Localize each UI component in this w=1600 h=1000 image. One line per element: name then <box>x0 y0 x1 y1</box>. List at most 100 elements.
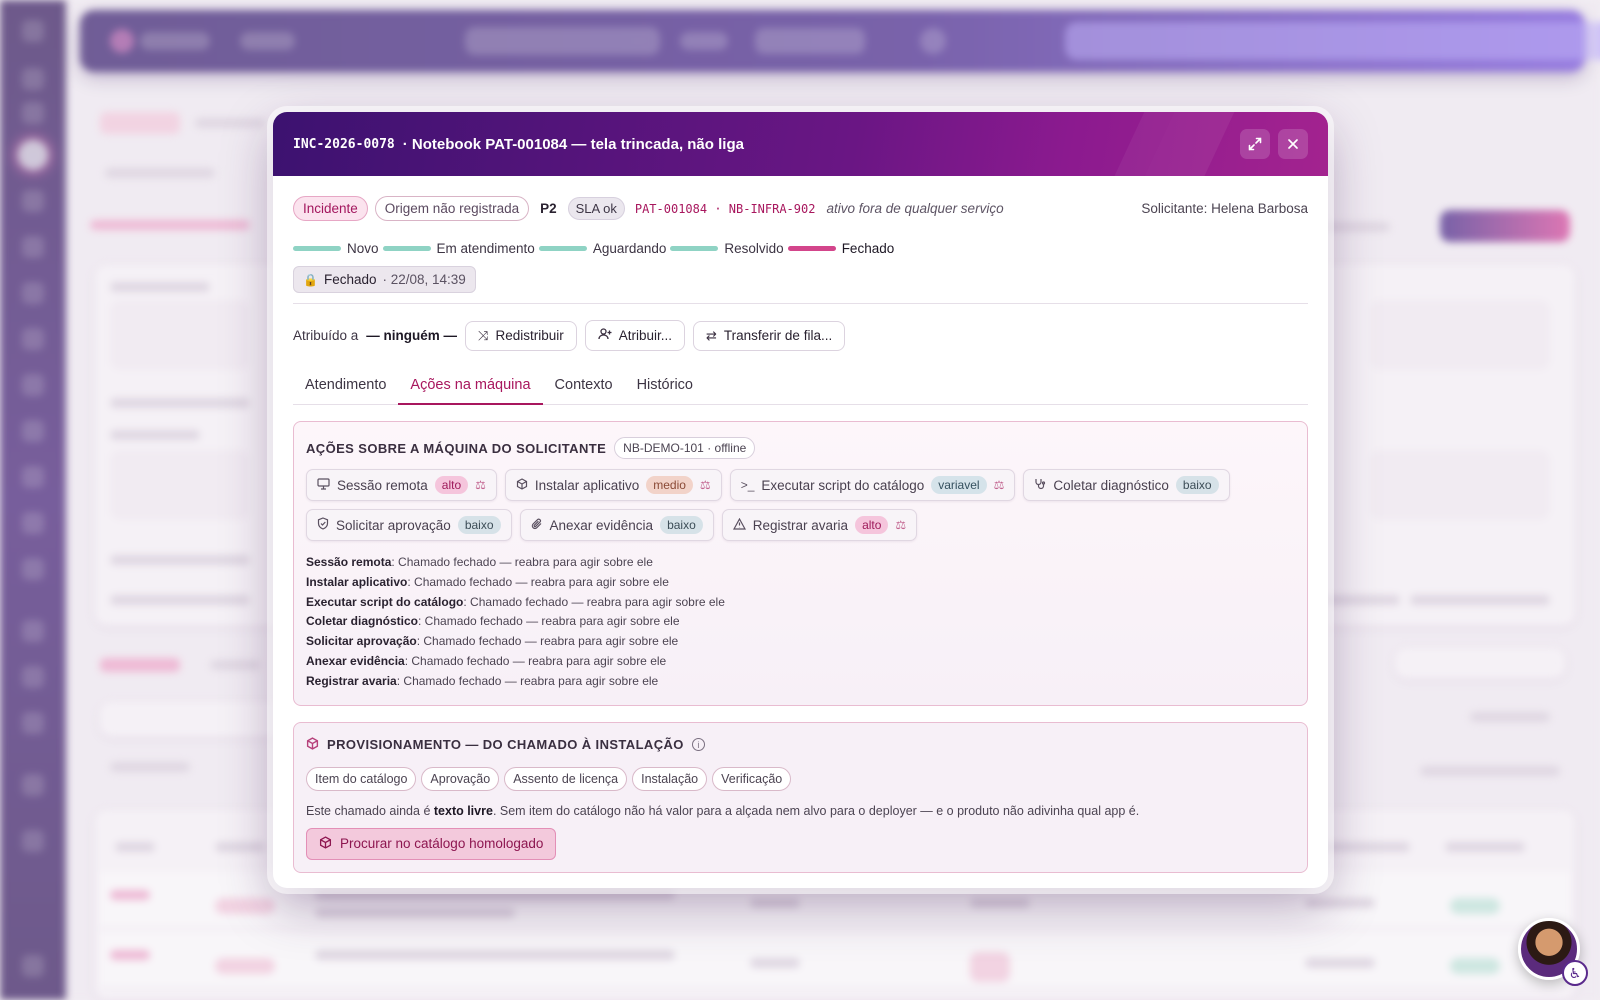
search-catalog-button[interactable]: Procurar no catálogo homologado <box>306 827 557 860</box>
monitor-icon <box>317 477 330 493</box>
origin-chip: Origem não registrada <box>374 196 530 221</box>
note-line: Registrar avaria: Chamado fechado — reab… <box>306 673 659 688</box>
user-plus-icon <box>598 327 612 344</box>
arrows-exchange-icon: ⇄ <box>706 327 717 343</box>
free-text-explanation: Este chamado ainda é texto livre. Sem it… <box>306 803 1140 818</box>
ticket-modal: INC-2026-0078 · Notebook PAT-001084 — te… <box>273 112 1328 888</box>
shuffle-icon: ⤨ <box>478 327 489 343</box>
modal-body: Incidente Origem não registrada P2 SLA o… <box>273 176 1328 873</box>
redistribute-label: Redistribuir <box>495 328 564 343</box>
risk-badge: baixo <box>1175 476 1219 494</box>
redistribute-button[interactable]: ⤨ Redistribuir <box>465 320 577 351</box>
status-bar-current <box>787 246 836 251</box>
status-track: Novo Em atendimento Aguardando Resolvido… <box>293 241 1308 256</box>
action-label: Coletar diagnóstico <box>1053 477 1169 493</box>
action-install-app-button[interactable]: Instalar aplicativo medio ⚖ <box>504 469 722 501</box>
status-label: Resolvido <box>724 241 784 256</box>
transfer-queue-button[interactable]: ⇄ Transferir de fila... <box>693 320 846 351</box>
step-chip: Aprovação <box>421 766 500 791</box>
risk-badge: alto <box>434 476 469 494</box>
status-bar <box>538 246 587 251</box>
status-bar <box>293 246 341 251</box>
action-run-script-button[interactable]: >_ Executar script do catálogo variavel … <box>729 469 1016 501</box>
info-icon[interactable]: i <box>691 738 705 752</box>
sla-chip: SLA ok <box>567 197 625 220</box>
terminal-icon: >_ <box>740 478 755 492</box>
note-line: Executar script do catálogo: Chamado fec… <box>306 594 725 609</box>
closed-timestamp: · 22/08, 14:39 <box>382 272 466 287</box>
stethoscope-icon <box>1034 478 1046 493</box>
expand-button[interactable] <box>1240 129 1270 159</box>
action-label: Anexar evidência <box>549 517 654 533</box>
warning-icon <box>732 517 746 533</box>
accessibility-icon[interactable]: ♿ <box>1562 960 1588 986</box>
action-request-approval-button[interactable]: Solicitar aprovação baixo <box>306 509 512 541</box>
provisioning-title: PROVISIONAMENTO — DO CHAMADO À INSTALAÇÃ… <box>327 737 684 753</box>
actions-list: Sessão remota alto ⚖ Instalar aplicativo… <box>306 469 1246 541</box>
assign-label: Atribuir... <box>618 328 673 343</box>
tab-historico[interactable]: Histórico <box>625 368 705 404</box>
machine-actions-title: AÇÕES SOBRE A MÁQUINA DO SOLICITANTE <box>306 440 607 456</box>
note-line: Anexar evidência: Chamado fechado — reab… <box>306 653 667 668</box>
note-line: Solicitar aprovação: Chamado fechado — r… <box>306 634 679 649</box>
step-chip: Instalação <box>632 766 708 791</box>
tab-atendimento[interactable]: Atendimento <box>293 368 398 404</box>
action-register-damage-button[interactable]: Registrar avaria alto ⚖ <box>721 509 918 541</box>
risk-badge: alto <box>855 516 889 534</box>
status-step-em-atendimento: Em atendimento <box>382 241 539 256</box>
type-chip: Incidente <box>293 196 368 221</box>
package-icon <box>306 736 319 753</box>
close-icon <box>1288 139 1298 149</box>
approval-gate-icon: ⚖ <box>475 478 486 492</box>
action-label: Sessão remota <box>337 477 428 493</box>
risk-badge: baixo <box>457 516 501 534</box>
shield-check-icon <box>317 517 329 533</box>
step-chip: Item do catálogo <box>306 766 417 791</box>
asset-codes-link[interactable]: PAT-001084 · NB-INFRA-902 <box>635 202 816 216</box>
approval-gate-icon: ⚖ <box>699 478 711 492</box>
step-chip: Verificação <box>712 766 792 791</box>
action-collect-diagnostic-button[interactable]: Coletar diagnóstico baixo <box>1023 469 1230 501</box>
note-line: Coletar diagnóstico: Chamado fechado — r… <box>306 614 680 629</box>
action-label: Registrar avaria <box>752 517 849 533</box>
action-label: Solicitar aprovação <box>336 517 451 533</box>
tab-acoes-na-maquina[interactable]: Ações na máquina <box>398 368 543 405</box>
status-label: Fechado <box>841 241 895 256</box>
divider <box>293 303 1308 304</box>
machine-actions-header: AÇÕES SOBRE A MÁQUINA DO SOLICITANTE NB-… <box>306 437 1295 459</box>
status-step-aguardando: Aguardando <box>538 241 671 256</box>
action-attach-evidence-button[interactable]: Anexar evidência baixo <box>519 509 714 541</box>
device-chip: NB-DEMO-101 · offline <box>614 437 756 459</box>
risk-badge: variavel <box>931 476 987 494</box>
tab-contexto[interactable]: Contexto <box>543 368 625 404</box>
provisioning-panel: PROVISIONAMENTO — DO CHAMADO À INSTALAÇÃ… <box>293 721 1308 873</box>
assignment-row: Atribuído a — ninguém — ⤨ Redistribuir A… <box>293 320 1308 351</box>
status-step-novo: Novo <box>293 241 383 256</box>
requester-label: Solicitante: Helena Barbosa <box>1141 201 1308 216</box>
action-remote-session-button[interactable]: Sessão remota alto ⚖ <box>306 469 497 501</box>
action-notes: Sessão remota: Chamado fechado — reabra … <box>306 553 1295 692</box>
paperclip-icon <box>531 518 543 533</box>
expand-icon <box>1248 137 1262 151</box>
status-step-fechado: Fechado <box>787 241 899 256</box>
modal-header: INC-2026-0078 · Notebook PAT-001084 — te… <box>273 112 1328 176</box>
provisioning-header: PROVISIONAMENTO — DO CHAMADO À INSTALAÇÃ… <box>306 736 1295 753</box>
closed-label: Fechado <box>323 272 377 287</box>
action-label: Executar script do catálogo <box>761 477 925 493</box>
status-label: Em atendimento <box>436 241 535 256</box>
approval-gate-icon: ⚖ <box>895 518 907 532</box>
close-button[interactable] <box>1278 129 1308 159</box>
note-line: Instalar aplicativo: Chamado fechado — r… <box>306 574 669 589</box>
package-icon <box>319 835 332 852</box>
status-step-resolvido: Resolvido <box>670 241 787 256</box>
ticket-code: INC-2026-0078 <box>293 136 395 152</box>
closed-badge: 🔒 Fechado · 22/08, 14:39 <box>293 266 476 293</box>
assignee-value: — ninguém — <box>366 328 458 343</box>
transfer-label: Transferir de fila... <box>723 328 833 343</box>
assigned-prefix: Atribuído a <box>293 328 359 343</box>
assign-button[interactable]: Atribuir... <box>584 320 686 351</box>
status-bar <box>670 246 719 251</box>
ticket-tabs: Atendimento Ações na máquina Contexto Hi… <box>293 368 1308 405</box>
status-label: Aguardando <box>592 241 667 256</box>
asset-note: ativo fora de qualquer serviço <box>826 201 1004 216</box>
